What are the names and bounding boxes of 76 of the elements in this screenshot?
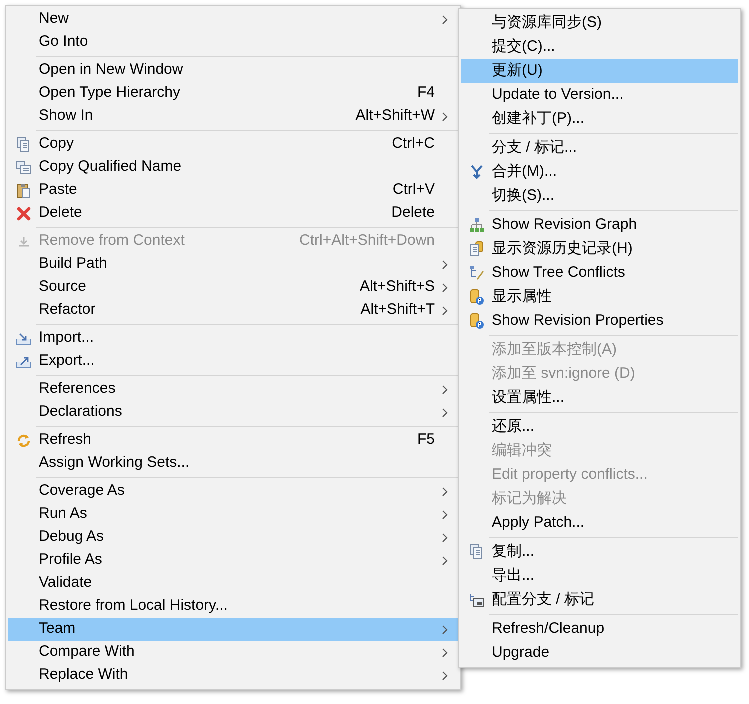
menu-item[interactable]: Show Revision Properties [461,309,738,333]
chevron-icon [442,624,448,634]
refresh-icon [16,432,32,448]
chevron-icon [442,486,448,496]
menu-item[interactable]: Build Path [8,253,458,276]
menu-item[interactable]: 还原... [461,415,738,439]
menu-item[interactable]: Assign Working Sets... [8,452,458,475]
chevron-icon [442,408,448,418]
menu-item[interactable]: Refresh/Cleanup [461,617,738,641]
menu-item[interactable]: Update to Version... [461,83,738,107]
menu-item[interactable]: Show Revision Graph [461,213,738,237]
menu-item[interactable]: Delete Delete [8,202,458,225]
menu-item[interactable]: 分支 / 标记... [461,136,738,160]
menu-item[interactable]: 显示属性 [461,285,738,309]
chevron-icon [442,510,448,520]
history-icon [468,241,484,257]
branches-icon [468,592,484,608]
menu-item[interactable]: Paste Ctrl+V [8,179,458,202]
menu-item[interactable]: Open in New Window [8,59,458,82]
menu-item[interactable]: Upgrade [461,641,738,665]
chevron-icon [442,14,448,24]
menu-item[interactable]: 导出... [461,564,738,588]
menu-item[interactable]: Team [8,618,458,641]
paste-icon [16,182,32,198]
copy-icon [16,136,32,152]
chevron-icon [442,384,448,394]
menu-item[interactable]: Apply Patch... [461,511,738,535]
menu-item[interactable]: New [8,8,458,31]
menu-item[interactable]: Profile As [8,549,458,572]
menu-item[interactable]: 配置分支 / 标记 [461,588,738,612]
menu-item[interactable]: Import... [8,327,458,350]
menu-item[interactable]: Open Type Hierarchy F4 [8,82,458,105]
properties-icon [468,313,484,329]
menu-item[interactable]: Replace With [8,664,458,687]
menu-item[interactable]: 设置属性... [461,386,738,410]
menu-item[interactable]: 切换(S)... [461,184,738,208]
copy-icon [468,544,484,560]
menu-item[interactable]: 显示资源历史记录(H) [461,237,738,261]
menu-item[interactable]: Refresh F5 [8,429,458,452]
chevron-icon [442,648,448,658]
menu-item[interactable]: Compare With [8,641,458,664]
menu-item[interactable]: 更新(U) [461,59,738,83]
properties-icon [468,289,484,305]
menu-item[interactable]: 复制... [461,540,738,564]
menu-item[interactable]: Restore from Local History... [8,595,458,618]
tree-icon [468,265,484,281]
menu-item[interactable]: 合并(M)... [461,160,738,184]
menu-item[interactable]: Refactor Alt+Shift+T [8,299,458,322]
menu-item[interactable]: Source Alt+Shift+S [8,276,458,299]
chevron-icon [442,532,448,542]
chevron-icon [442,306,448,316]
menu-item[interactable]: Export... [8,350,458,373]
chevron-icon [442,556,448,566]
menu-item[interactable]: Show In Alt+Shift+W [8,105,458,128]
chevron-icon [442,112,448,122]
menu-item[interactable]: Coverage As [8,480,458,503]
copy-icon [16,160,32,176]
delete-icon [16,206,32,222]
chevron-icon [442,282,448,292]
menu-item[interactable]: 创建补丁(P)... [461,107,738,131]
menu-item[interactable]: Debug As [8,526,458,549]
menu-item[interactable]: Validate [8,572,458,595]
merge-icon [468,164,484,180]
menu-item[interactable]: 与资源库同步(S) [461,11,738,35]
chevron-icon [442,670,448,680]
menu-item[interactable]: Copy Ctrl+C [8,133,458,156]
menu-item[interactable]: Show Tree Conflicts [461,261,738,285]
chevron-icon [442,260,448,270]
menu-item[interactable]: 提交(C)... [461,35,738,59]
menu-item[interactable]: Run As [8,503,458,526]
import-icon [16,330,32,346]
menu-item[interactable]: Declarations [8,401,458,424]
menu-item[interactable]: References [8,378,458,401]
graph-icon [468,217,484,233]
menu-item[interactable]: Go Into [8,31,458,54]
menu-item[interactable]: Copy Qualified Name [8,156,458,179]
